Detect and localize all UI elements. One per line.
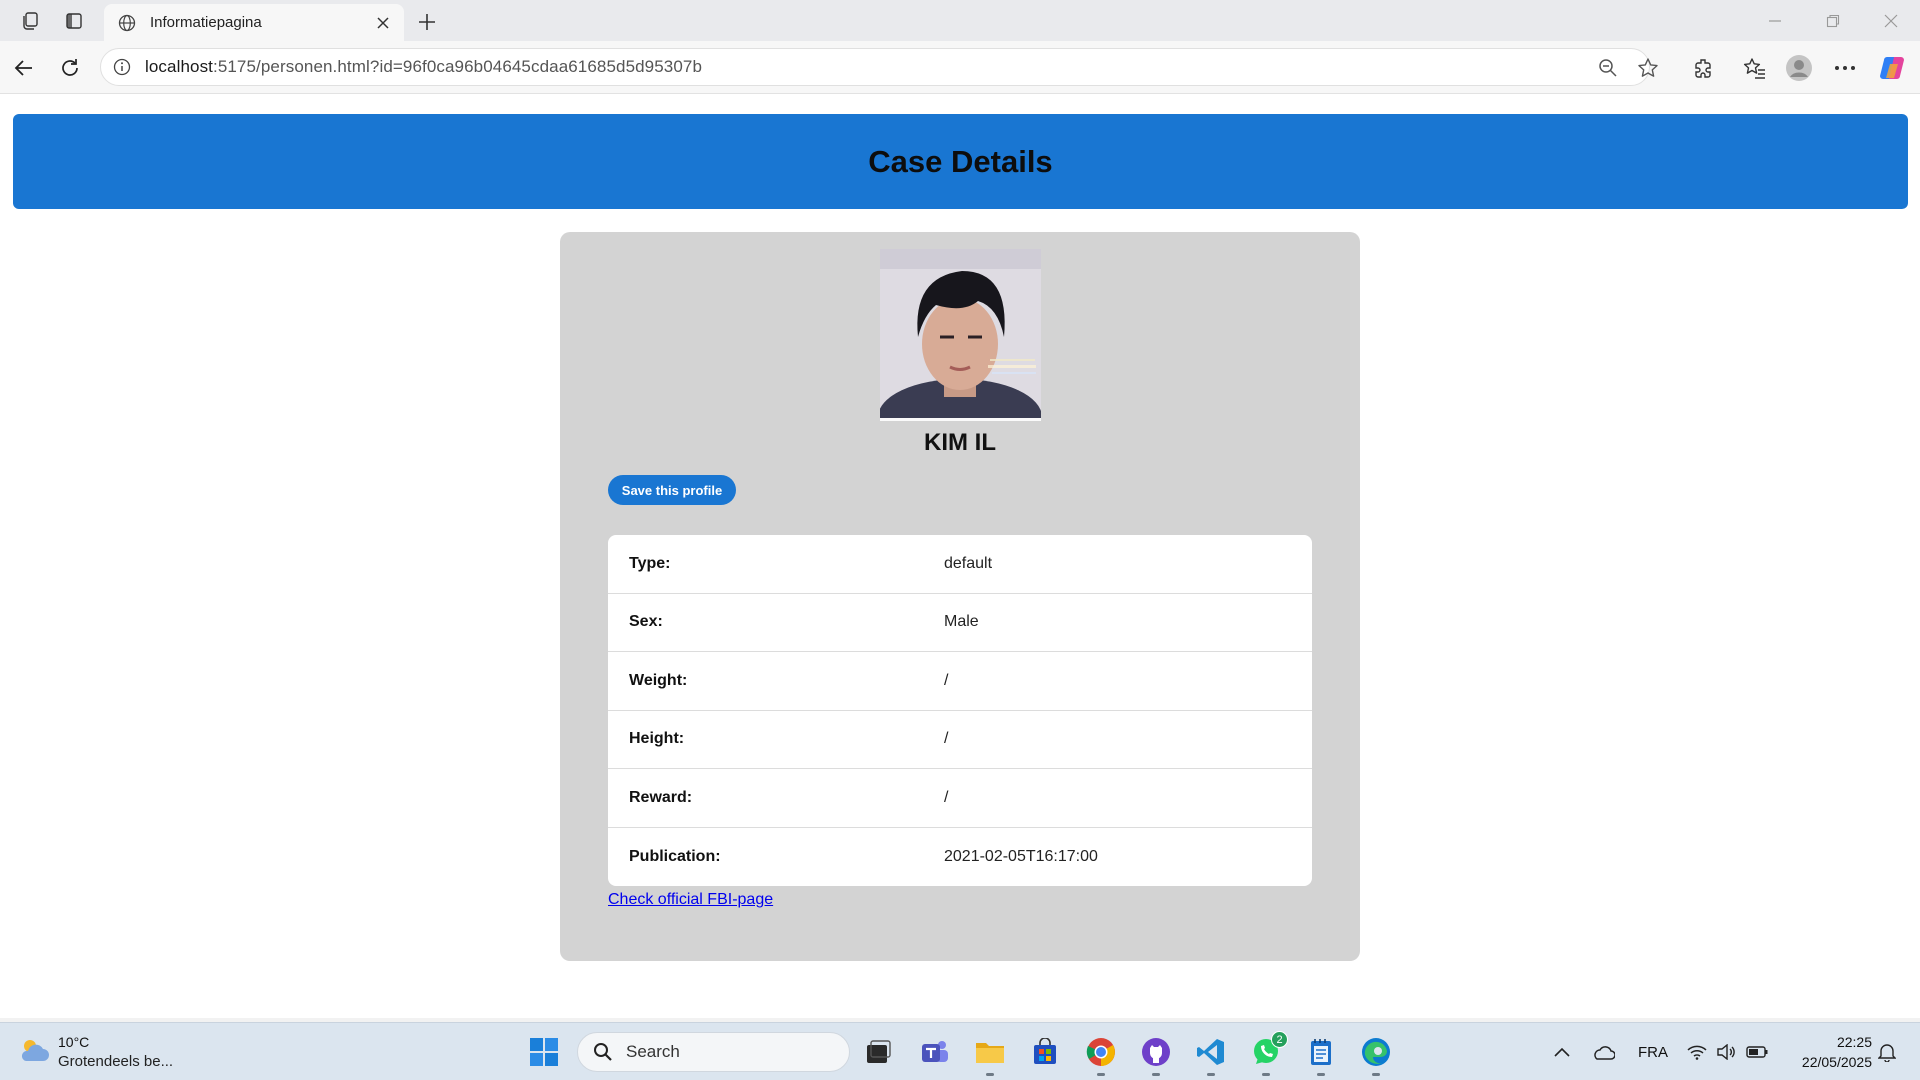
clock-time: 22:25 — [1836, 1034, 1872, 1050]
running-indicator — [986, 1073, 994, 1076]
new-tab-button[interactable] — [414, 9, 440, 35]
row-label: Sex: — [629, 613, 663, 631]
running-indicator — [1152, 1073, 1160, 1076]
restore-icon[interactable] — [1819, 9, 1847, 33]
search-placeholder: Search — [626, 1042, 680, 1061]
table-row: Reward: / — [608, 769, 1312, 828]
edge-icon[interactable] — [1359, 1035, 1393, 1076]
notification-badge: 2 — [1271, 1031, 1288, 1048]
onedrive-cloud-icon[interactable] — [1590, 1039, 1616, 1065]
zoom-out-icon[interactable] — [1595, 55, 1621, 81]
globe-icon — [116, 12, 138, 34]
chevron-up-icon[interactable] — [1552, 1039, 1572, 1065]
language-indicator[interactable]: FRA — [1636, 1039, 1670, 1065]
back-icon[interactable] — [10, 54, 38, 82]
browser-tab-bar: Informatiepagina — [0, 0, 1920, 41]
profile-avatar-icon[interactable] — [1784, 53, 1814, 83]
details-table: Type: default Sex: Male Weight: / Height… — [608, 535, 1312, 886]
github-desktop-icon[interactable] — [1139, 1035, 1173, 1076]
wifi-icon[interactable] — [1686, 1039, 1708, 1065]
row-value: default — [944, 554, 993, 572]
row-label: Weight: — [629, 671, 688, 689]
close-window-icon[interactable] — [1877, 9, 1905, 33]
url-host: localhost — [145, 57, 213, 76]
save-profile-button[interactable]: Save this profile — [608, 475, 736, 505]
whatsapp-icon[interactable]: 2 — [1249, 1031, 1288, 1076]
person-photo — [880, 249, 1041, 421]
row-value: 2021-02-05T16:17:00 — [944, 847, 1098, 865]
start-button[interactable] — [527, 1035, 561, 1069]
table-row: Height: / — [608, 711, 1312, 769]
clock-date: 22/05/2025 — [1801, 1054, 1872, 1070]
page-title: Case Details — [868, 143, 1053, 179]
notification-bell-icon[interactable] — [1876, 1039, 1898, 1065]
table-row: Publication: 2021-02-05T16:17:00 — [608, 828, 1312, 887]
volume-icon[interactable] — [1715, 1039, 1737, 1065]
weather-description: Grotendeels be... — [58, 1053, 174, 1070]
more-menu-icon[interactable] — [1830, 53, 1860, 83]
address-bar[interactable]: localhost:5175/personen.html?id=96f0ca96… — [100, 48, 1658, 86]
page-content: Case Details KIM IL Save this profile Ty… — [0, 95, 1920, 1018]
running-indicator — [1262, 1073, 1270, 1076]
row-value: / — [944, 671, 949, 689]
taskbar: 10°C Grotendeels be... Search 2 FRA 22:2… — [0, 1022, 1920, 1080]
browser-nav-bar: localhost:5175/personen.html?id=96f0ca96… — [0, 41, 1920, 94]
favorite-star-icon[interactable] — [1635, 55, 1661, 81]
vscode-icon[interactable] — [1194, 1035, 1228, 1076]
table-row: Weight: / — [608, 652, 1312, 711]
row-value: / — [944, 788, 949, 806]
row-label: Reward: — [629, 788, 693, 806]
chrome-icon[interactable] — [1084, 1035, 1118, 1076]
running-indicator — [1372, 1073, 1380, 1076]
url-path: :5175/personen.html?id=96f0ca96b04645cda… — [213, 57, 703, 76]
active-tab[interactable]: Informatiepagina — [104, 4, 404, 41]
tab-title: Informatiepagina — [150, 14, 262, 31]
notepad-icon[interactable] — [1304, 1035, 1338, 1076]
teams-icon[interactable] — [918, 1035, 952, 1069]
weather-temperature: 10°C — [58, 1034, 90, 1050]
running-indicator — [1207, 1073, 1215, 1076]
close-tab-icon[interactable] — [372, 12, 394, 34]
page-header: Case Details — [13, 114, 1908, 209]
microsoft-store-icon[interactable] — [1028, 1035, 1062, 1069]
table-row: Sex: Male — [608, 594, 1312, 652]
person-name: KIM IL — [924, 429, 996, 456]
person-card: KIM IL Save this profile Type: default S… — [560, 232, 1360, 961]
favorites-icon[interactable] — [1740, 53, 1770, 83]
search-icon — [592, 1041, 614, 1063]
file-explorer-icon[interactable] — [973, 1035, 1007, 1076]
running-indicator — [1317, 1073, 1325, 1076]
row-value: Male — [944, 613, 979, 631]
vertical-tabs-icon[interactable] — [62, 9, 86, 33]
row-label: Type: — [629, 554, 671, 572]
table-row: Type: default — [608, 535, 1312, 594]
row-label: Publication: — [629, 847, 721, 865]
running-indicator — [1097, 1073, 1105, 1076]
row-value: / — [944, 730, 949, 748]
taskbar-search[interactable]: Search — [577, 1032, 850, 1072]
cloud-sun-icon — [18, 1035, 50, 1070]
fbi-page-link[interactable]: Check official FBI-page — [608, 891, 773, 909]
url-text: localhost:5175/personen.html?id=96f0ca96… — [145, 57, 702, 77]
battery-icon[interactable] — [1745, 1039, 1769, 1065]
site-info-icon[interactable] — [112, 57, 132, 77]
copilot-icon[interactable] — [1877, 53, 1907, 83]
row-label: Height: — [629, 730, 685, 748]
refresh-icon[interactable] — [56, 54, 84, 82]
minimize-icon[interactable] — [1761, 9, 1789, 33]
extensions-icon[interactable] — [1689, 53, 1719, 83]
weather-widget[interactable]: 10°C Grotendeels be... — [18, 1031, 198, 1073]
task-view-icon[interactable] — [861, 1035, 895, 1069]
workspaces-icon[interactable] — [18, 9, 42, 33]
system-clock[interactable]: 22:25 22/05/2025 — [1780, 1032, 1872, 1072]
